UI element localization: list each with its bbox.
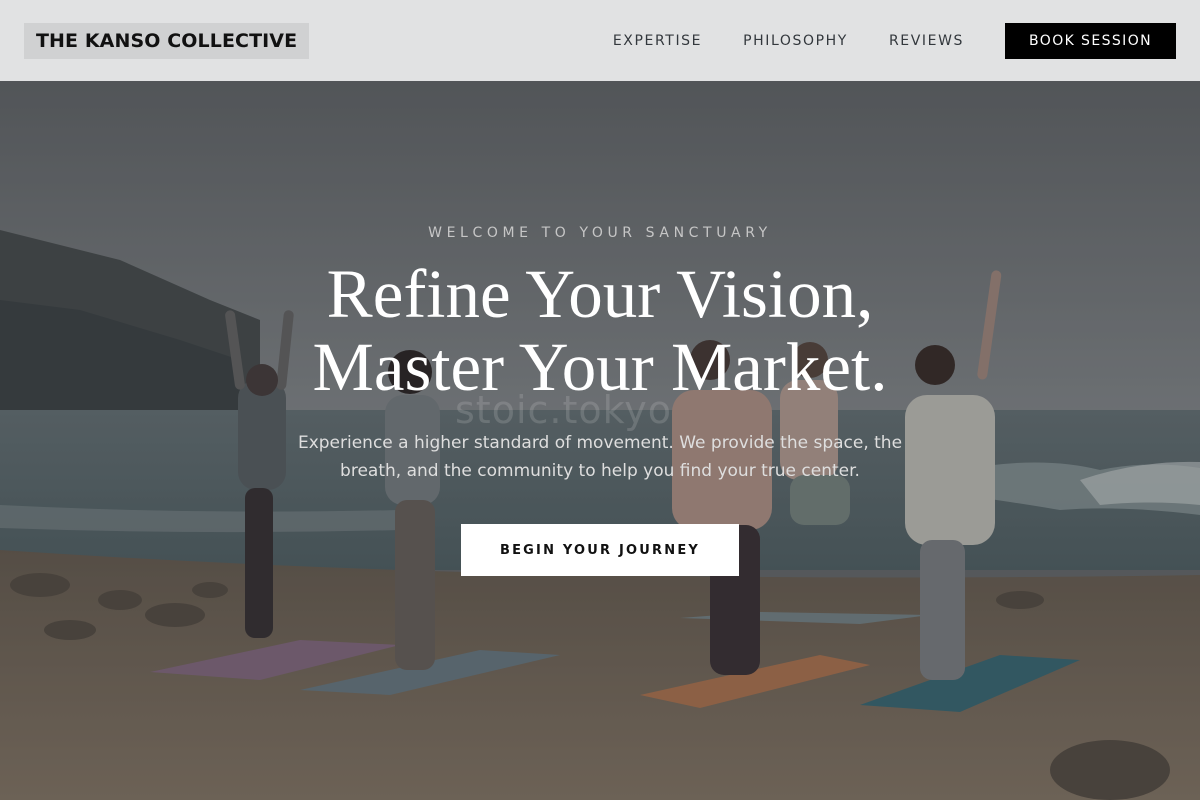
hero-headline: Refine Your Vision, Master Your Market. — [0, 258, 1200, 404]
begin-journey-button[interactable]: BEGIN YOUR JOURNEY — [461, 524, 739, 576]
site-header: THE KANSO COLLECTIVE EXPERTISE PHILOSOPH… — [0, 0, 1200, 81]
nav-link-expertise[interactable]: EXPERTISE — [613, 33, 702, 49]
hero-section: WELCOME TO YOUR SANCTUARY Refine Your Vi… — [0, 0, 1200, 800]
watermark-text: stoic.tokyo — [455, 388, 673, 432]
hero-eyebrow: WELCOME TO YOUR SANCTUARY — [428, 225, 772, 241]
nav-link-reviews[interactable]: REVIEWS — [889, 33, 964, 49]
brand-logo[interactable]: THE KANSO COLLECTIVE — [24, 22, 310, 59]
main-nav: EXPERTISE PHILOSOPHY REVIEWS BOOK SESSIO… — [613, 22, 1176, 59]
hero-subtext: Experience a higher standard of movement… — [297, 433, 903, 481]
nav-link-philosophy[interactable]: PHILOSOPHY — [743, 33, 848, 49]
hero-headline-line-1: Refine Your Vision, — [326, 256, 874, 332]
book-session-button[interactable]: BOOK SESSION — [1005, 22, 1176, 59]
